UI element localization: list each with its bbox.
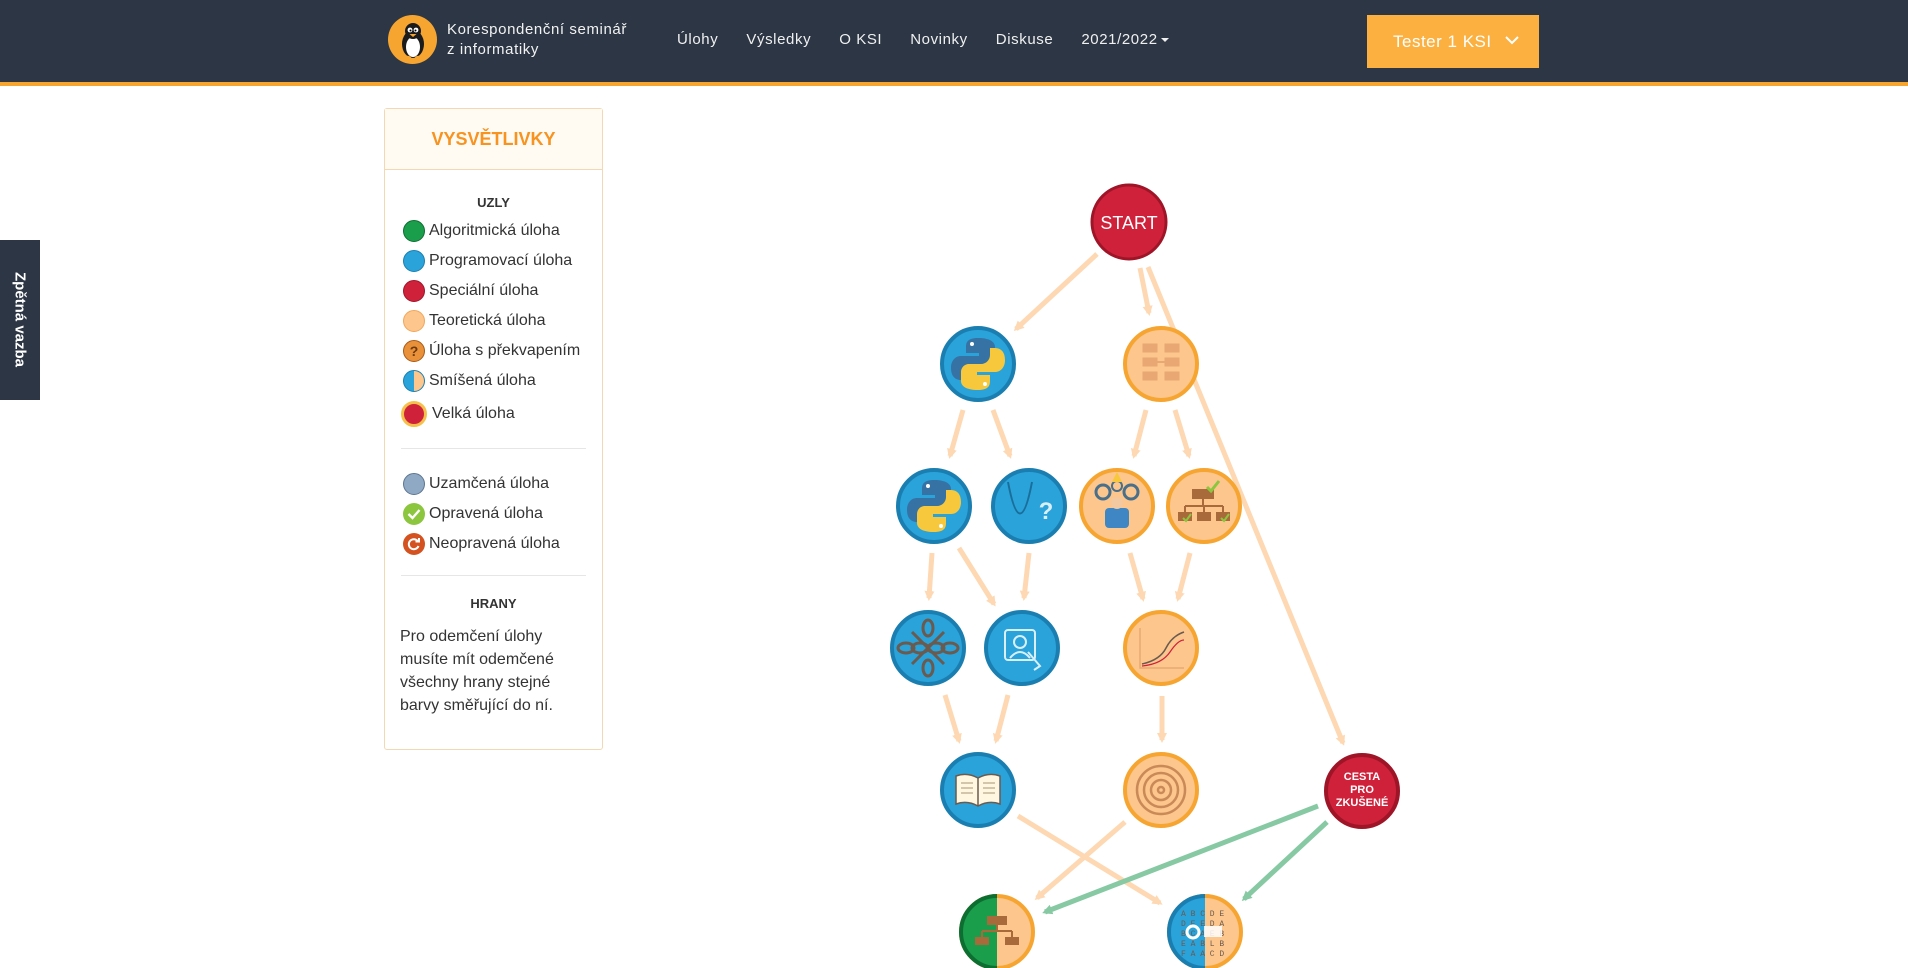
- task-node-maze[interactable]: [1123, 752, 1199, 828]
- advanced-label-3: ZKUŠENÉ: [1336, 796, 1389, 809]
- task-node-graph-plot[interactable]: [1123, 610, 1199, 686]
- task-node-profile[interactable]: [984, 610, 1060, 686]
- edge: [947, 409, 966, 459]
- edge: [1013, 252, 1099, 332]
- book-icon: [955, 773, 1001, 807]
- edge: [992, 694, 1011, 744]
- task-node-chains[interactable]: [890, 610, 966, 686]
- edge: [1174, 552, 1193, 602]
- task-node-book[interactable]: [940, 752, 1016, 828]
- advanced-label-1: CESTA: [1344, 771, 1381, 783]
- edge: [1127, 552, 1146, 602]
- task-node-parabola[interactable]: ?: [991, 468, 1067, 544]
- task-node-mixed-hierarchy[interactable]: [959, 894, 1035, 968]
- task-node-gears[interactable]: [1079, 468, 1155, 544]
- start-label: START: [1100, 213, 1157, 233]
- advanced-label-2: PRO: [1350, 784, 1374, 796]
- task-node-mixed-letters[interactable]: A B C D E D E E D A B C A E B E A B L B …: [1167, 894, 1243, 968]
- task-node-advanced-path[interactable]: CESTA PRO ZKUŠENÉ: [1324, 753, 1400, 829]
- task-node-python-1[interactable]: [940, 326, 1016, 402]
- edge: [1172, 409, 1192, 459]
- svg-text:?: ?: [1039, 498, 1054, 525]
- edge: [1137, 267, 1153, 316]
- task-node-hierarchy[interactable]: [1166, 468, 1242, 544]
- edge: [1241, 820, 1329, 902]
- letter-grid-icon: A B C D E D E E D A B C A E B E A B L B …: [1181, 910, 1224, 959]
- task-graph: START ? CESTA PRO ZKUŠENÉ A B C D E D E …: [890, 183, 1400, 968]
- edge: [990, 409, 1013, 459]
- edge: [1016, 813, 1163, 906]
- task-node-start[interactable]: START: [1090, 183, 1168, 261]
- task-node-flowchart[interactable]: [1123, 326, 1199, 402]
- edge: [1130, 409, 1149, 459]
- svg-text:E A B L B: E A B L B: [1181, 940, 1224, 949]
- task-node-python-2[interactable]: [896, 468, 972, 544]
- edge: [924, 552, 935, 601]
- edge: [956, 546, 997, 607]
- edge: [942, 694, 962, 744]
- edge: [1019, 552, 1032, 601]
- svg-text:F A A C D: F A A C D: [1181, 950, 1224, 959]
- svg-text:A B C D E: A B C D E: [1181, 910, 1224, 919]
